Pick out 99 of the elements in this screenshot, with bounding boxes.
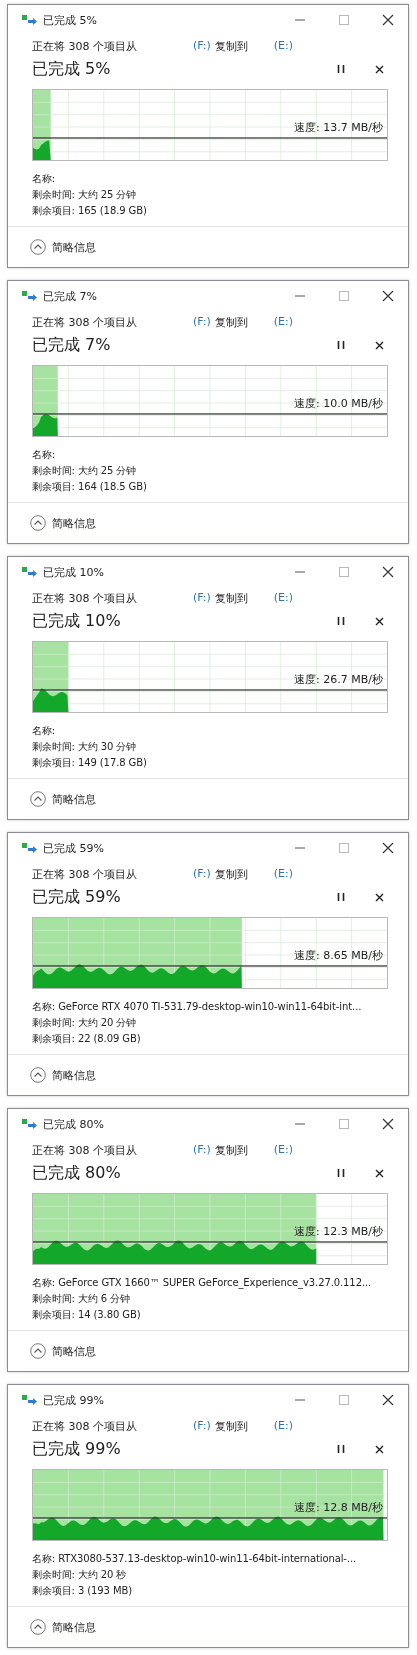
copy-description: 正在将 308 个项目从 — [32, 591, 137, 606]
cancel-icon[interactable] — [375, 892, 384, 902]
time-remaining: 剩余时间: 大约 30 分钟 — [32, 740, 138, 754]
progress-text: 已完成 10% — [32, 610, 121, 632]
destination-link[interactable]: (E:) — [273, 315, 293, 330]
source-link[interactable]: (F:) — [193, 591, 211, 606]
pause-icon[interactable] — [337, 892, 345, 902]
copy-verb: 复制到 — [214, 1419, 248, 1434]
progress-text: 已完成 99% — [32, 1438, 121, 1460]
copy-verb: 复制到 — [214, 39, 248, 54]
items-remaining: 剩余项目: 149 (17.8 GB) — [32, 756, 148, 770]
time-remaining: 剩余时间: 大约 20 秒 — [32, 1568, 128, 1582]
close-icon[interactable] — [382, 1394, 394, 1406]
details-toggle[interactable]: 简略信息 — [30, 791, 96, 807]
window-title: 已完成 7% — [43, 288, 97, 304]
copy-icon — [22, 566, 38, 578]
speed-label: 速度: 10.0 MB/秒 — [294, 396, 383, 411]
time-remaining: 剩余时间: 大约 25 分钟 — [32, 188, 138, 202]
cancel-icon[interactable] — [375, 616, 384, 626]
cancel-icon[interactable] — [375, 1168, 384, 1178]
copy-icon — [22, 290, 38, 302]
copy-verb: 复制到 — [214, 591, 248, 606]
speed-label: 速度: 8.65 MB/秒 — [294, 948, 383, 963]
details-toggle[interactable]: 简略信息 — [30, 1619, 96, 1635]
destination-link[interactable]: (E:) — [273, 1143, 293, 1158]
details-toggle[interactable]: 简略信息 — [30, 1067, 96, 1083]
copy-icon — [22, 842, 38, 854]
progress-text: 已完成 7% — [32, 334, 111, 356]
close-icon[interactable] — [382, 842, 394, 854]
progress-text: 已完成 5% — [32, 58, 111, 80]
speed-wave — [33, 413, 58, 436]
source-link[interactable]: (F:) — [193, 39, 211, 54]
cancel-icon[interactable] — [375, 1444, 384, 1454]
chevron-up-icon — [30, 791, 46, 807]
copy-description: 正在将 308 个项目从 — [32, 867, 137, 882]
copy-icon — [22, 1118, 38, 1130]
items-remaining: 剩余项目: 3 (193 MB) — [32, 1584, 134, 1598]
copy-description: 正在将 308 个项目从 — [32, 39, 137, 54]
destination-link[interactable]: (E:) — [273, 591, 293, 606]
pause-icon[interactable] — [337, 1444, 345, 1454]
copy-icon — [22, 14, 38, 26]
speed-label: 速度: 12.3 MB/秒 — [294, 1224, 383, 1239]
items-remaining: 剩余项目: 14 (3.80 GB) — [32, 1308, 142, 1322]
copy-verb: 复制到 — [214, 867, 248, 882]
items-remaining: 剩余项目: 165 (18.9 GB) — [32, 204, 148, 218]
speed-label: 速度: 26.7 MB/秒 — [294, 672, 383, 687]
chevron-up-icon — [30, 1067, 46, 1083]
file-name: 名称: RTX3080-537.13-desktop-win10-win11-64bit-international-... — [32, 1552, 358, 1566]
copy-verb: 复制到 — [214, 315, 248, 330]
copy-description: 正在将 308 个项目从 — [32, 315, 137, 330]
file-name: 名称: — [32, 724, 57, 738]
cancel-icon[interactable] — [375, 340, 384, 350]
copy-description: 正在将 308 个项目从 — [32, 1143, 137, 1158]
pause-icon[interactable] — [337, 616, 345, 626]
speed-label: 速度: 13.7 MB/秒 — [294, 120, 383, 135]
destination-link[interactable]: (E:) — [273, 867, 293, 882]
chevron-up-icon — [30, 515, 46, 531]
items-remaining: 剩余项目: 164 (18.5 GB) — [32, 480, 148, 494]
chevron-up-icon — [30, 239, 46, 255]
speed-label: 速度: 12.8 MB/秒 — [294, 1500, 383, 1515]
time-remaining: 剩余时间: 大约 6 分钟 — [32, 1292, 131, 1306]
close-icon[interactable] — [382, 566, 394, 578]
items-remaining: 剩余项目: 22 (8.09 GB) — [32, 1032, 142, 1046]
destination-link[interactable]: (E:) — [273, 39, 293, 54]
pause-icon[interactable] — [337, 340, 345, 350]
window-title: 已完成 80% — [43, 1116, 104, 1132]
source-link[interactable]: (F:) — [193, 1419, 211, 1434]
source-link[interactable]: (F:) — [193, 1143, 211, 1158]
pause-icon[interactable] — [337, 64, 345, 74]
file-name: 名称: — [32, 172, 57, 186]
file-name: 名称: GeForce RTX 4070 TI-531.79-desktop-win10-win11-64bit-int... — [32, 1000, 363, 1014]
progress-text: 已完成 80% — [32, 1162, 121, 1184]
window-title: 已完成 10% — [43, 564, 104, 580]
destination-link[interactable]: (E:) — [273, 1419, 293, 1434]
file-name: 名称: GeForce GTX 1660™ SUPER GeForce_Experience_v3.27.0.112... — [32, 1276, 373, 1291]
source-link[interactable]: (F:) — [193, 315, 211, 330]
copy-verb: 复制到 — [214, 1143, 248, 1158]
progress-text: 已完成 59% — [32, 886, 121, 908]
speed-wave — [33, 140, 51, 160]
source-link[interactable]: (F:) — [193, 867, 211, 882]
close-icon[interactable] — [382, 1118, 394, 1130]
file-name: 名称: — [32, 448, 57, 462]
time-remaining: 剩余时间: 大约 25 分钟 — [32, 464, 138, 478]
copy-icon — [22, 1394, 38, 1406]
chevron-up-icon — [30, 1619, 46, 1635]
window-title: 已完成 5% — [43, 12, 97, 28]
window-title: 已完成 99% — [43, 1392, 104, 1408]
pause-icon[interactable] — [337, 1168, 345, 1178]
close-icon[interactable] — [382, 14, 394, 26]
cancel-icon[interactable] — [375, 64, 384, 74]
copy-description: 正在将 308 个项目从 — [32, 1419, 137, 1434]
window-title: 已完成 59% — [43, 840, 104, 856]
close-icon[interactable] — [382, 290, 394, 302]
details-toggle[interactable]: 简略信息 — [30, 515, 96, 531]
time-remaining: 剩余时间: 大约 20 分钟 — [32, 1016, 138, 1030]
details-toggle[interactable]: 简略信息 — [30, 1343, 96, 1359]
speed-wave — [33, 688, 69, 712]
details-toggle[interactable]: 简略信息 — [30, 239, 96, 255]
chevron-up-icon — [30, 1343, 46, 1359]
